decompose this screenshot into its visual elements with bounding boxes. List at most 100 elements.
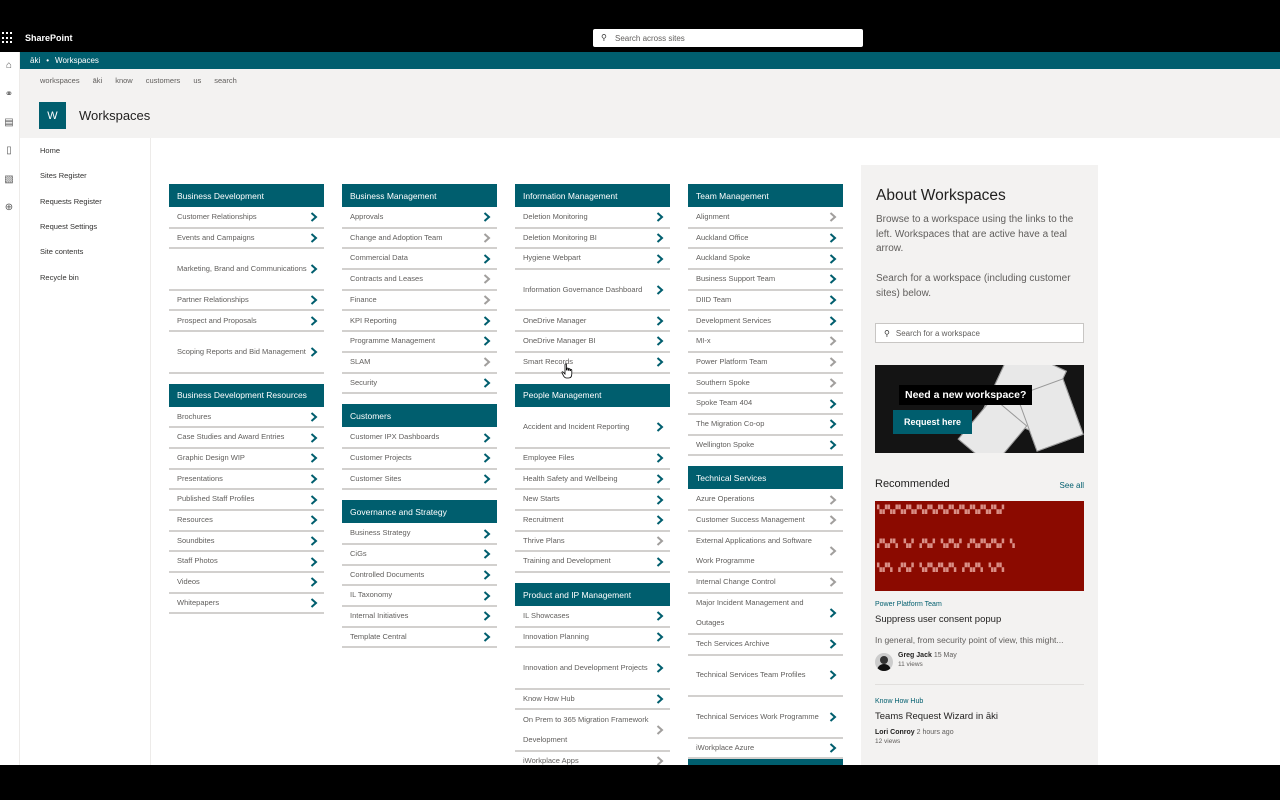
card-site-name[interactable]: Power Platform Team <box>875 601 942 608</box>
workspace-link-il-taxonomy[interactable]: IL Taxonomy <box>342 586 497 607</box>
workspace-link-mi-x[interactable]: MI-x <box>688 332 843 353</box>
workspace-link-azure-operations[interactable]: Azure Operations <box>688 490 843 511</box>
workspace-link-approvals[interactable]: Approvals <box>342 208 497 229</box>
workspace-link-graphic-design-wip[interactable]: Graphic Design WIP <box>169 448 324 470</box>
home-icon[interactable]: ⌂ <box>3 60 15 72</box>
workspace-link-auckland-spoke[interactable]: Auckland Spoke <box>688 249 843 271</box>
workspace-link-onedrive-manager[interactable]: OneDrive Manager <box>515 311 670 333</box>
author-name[interactable]: Lori Conroy <box>875 729 915 736</box>
workspace-link-wellington-spoke[interactable]: Wellington Spoke <box>688 435 843 457</box>
see-all-link[interactable]: See all <box>1060 481 1084 490</box>
workspace-link-il-showcases[interactable]: IL Showcases <box>515 607 670 628</box>
create-icon[interactable]: ⊕ <box>3 202 15 214</box>
nav-request-settings[interactable]: Request Settings <box>20 214 150 239</box>
workspace-link-brochures[interactable]: Brochures <box>169 407 324 429</box>
workspace-link-employee-files[interactable]: Employee Files <box>515 448 670 470</box>
topnav-aki[interactable]: āki <box>93 76 103 85</box>
nav-recycle-bin[interactable]: Recycle bin <box>20 264 150 289</box>
card-site-name[interactable]: Know How Hub <box>875 698 923 705</box>
news-icon[interactable]: ▤ <box>3 117 15 129</box>
app-launcher-icon[interactable] <box>2 32 14 44</box>
workspace-link-internal-initiatives[interactable]: Internal Initiatives <box>342 607 497 628</box>
workspace-link-slam[interactable]: SLAM <box>342 352 497 374</box>
workspace-link-events-and-campaigns[interactable]: Events and Campaigns <box>169 228 324 250</box>
workspace-link-the-migration-co-op[interactable]: The Migration Co-op <box>688 414 843 436</box>
request-here-button[interactable]: Request here <box>893 410 972 434</box>
workspace-link-presentations[interactable]: Presentations <box>169 469 324 491</box>
workspace-link-diid-team[interactable]: DIID Team <box>688 290 843 312</box>
author-name[interactable]: Greg Jack <box>898 652 932 659</box>
workspace-link-technical-services-team-profiles[interactable]: Technical Services Team Profiles <box>688 655 843 698</box>
workspace-link-controlled-documents[interactable]: Controlled Documents <box>342 565 497 587</box>
workspace-link-commercial-data[interactable]: Commercial Data <box>342 249 497 271</box>
workspace-link-published-staff-profiles[interactable]: Published Staff Profiles <box>169 490 324 511</box>
workspace-link-know-how-hub[interactable]: Know How Hub <box>515 689 670 711</box>
site-logo[interactable]: W <box>39 102 66 129</box>
workspace-search-box[interactable]: ⚲ Search for a workspace <box>875 323 1084 343</box>
hub-site-link[interactable]: āki <box>30 56 40 65</box>
workspace-link-accident-and-incident-reporting[interactable]: Accident and Incident Reporting <box>515 407 670 449</box>
workspace-link-alignment[interactable]: Alignment <box>688 208 843 229</box>
workspace-link-health-safety-and-wellbeing[interactable]: Health Safety and Wellbeing <box>515 469 670 491</box>
workspace-link-innovation-planning[interactable]: Innovation Planning <box>515 627 670 649</box>
workspace-link-contracts-and-leases[interactable]: Contracts and Leases <box>342 270 497 291</box>
workspace-link-auckland-office[interactable]: Auckland Office <box>688 228 843 250</box>
topnav-know[interactable]: know <box>115 76 133 85</box>
nav-site-contents[interactable]: Site contents <box>20 239 150 264</box>
topnav-us[interactable]: us <box>193 76 201 85</box>
workspace-link-case-studies-and-award-entries[interactable]: Case Studies and Award Entries <box>169 428 324 449</box>
workspace-link-thrive-plans[interactable]: Thrive Plans <box>515 531 670 553</box>
nav-requests-register[interactable]: Requests Register <box>20 189 150 214</box>
workspace-link-cigs[interactable]: CiGs <box>342 544 497 566</box>
workspace-link-major-incident-management-and-outages[interactable]: Major Incident Management and Outages <box>688 593 843 636</box>
workspace-link-finance[interactable]: Finance <box>342 290 497 312</box>
workspace-link-new-starts[interactable]: New Starts <box>515 490 670 511</box>
workspace-link-customer-ipx-dashboards[interactable]: Customer IPX Dashboards <box>342 428 497 449</box>
card-title[interactable]: Suppress user consent popup <box>875 614 1001 625</box>
workspace-link-customer-projects[interactable]: Customer Projects <box>342 448 497 470</box>
workspace-link-technical-services-work-programme[interactable]: Technical Services Work Programme <box>688 697 843 739</box>
topnav-search[interactable]: search <box>214 76 237 85</box>
workspace-link-prospect-and-proposals[interactable]: Prospect and Proposals <box>169 311 324 333</box>
workspace-link-programme-management[interactable]: Programme Management <box>342 332 497 353</box>
workspace-link-smart-records[interactable]: Smart Records <box>515 352 670 374</box>
workspace-link-innovation-and-development-projects[interactable]: Innovation and Development Projects <box>515 648 670 690</box>
workspace-link-spoke-team-404[interactable]: Spoke Team 404 <box>688 394 843 415</box>
workspace-link-customer-sites[interactable]: Customer Sites <box>342 469 497 491</box>
workspace-link-development-services[interactable]: Development Services <box>688 311 843 333</box>
workspace-link-hygiene-webpart[interactable]: Hygiene Webpart <box>515 249 670 271</box>
workspace-link-videos[interactable]: Videos <box>169 573 324 594</box>
workspace-link-recruitment[interactable]: Recruitment <box>515 510 670 532</box>
site-title[interactable]: Workspaces <box>79 108 150 123</box>
workspace-link-information-governance-dashboard[interactable]: Information Governance Dashboard <box>515 270 670 312</box>
workspace-link-resources[interactable]: Resources <box>169 510 324 532</box>
nav-sites-register[interactable]: Sites Register <box>20 163 150 188</box>
nav-home[interactable]: Home <box>20 138 150 163</box>
workspace-link-partner-relationships[interactable]: Partner Relationships <box>169 290 324 312</box>
global-search-box[interactable]: ⚲ Search across sites <box>593 29 863 47</box>
workspace-link-kpi-reporting[interactable]: KPI Reporting <box>342 311 497 333</box>
app-name[interactable]: SharePoint <box>25 33 73 43</box>
globe-icon[interactable]: ⚭ <box>3 89 15 101</box>
workspace-link-deletion-monitoring-bi[interactable]: Deletion Monitoring BI <box>515 228 670 250</box>
workspace-link-template-central[interactable]: Template Central <box>342 627 497 649</box>
workspace-link-southern-spoke[interactable]: Southern Spoke <box>688 373 843 395</box>
workspace-link-whitepapers[interactable]: Whitepapers <box>169 593 324 615</box>
workspace-link-on-prem-to-365-migration-framework-development[interactable]: On Prem to 365 Migration Framework Devel… <box>515 710 670 752</box>
lists-icon[interactable]: ▧ <box>3 174 15 186</box>
workspace-link-customer-relationships[interactable]: Customer Relationships <box>169 208 324 229</box>
topnav-workspaces[interactable]: workspaces <box>40 76 80 85</box>
workspace-link-iworkplace-azure[interactable]: iWorkplace Azure <box>688 738 843 760</box>
workspace-link-soundbites[interactable]: Soundbites <box>169 531 324 553</box>
workspace-link-marketing-brand-and-communications[interactable]: Marketing, Brand and Communications <box>169 249 324 291</box>
workspace-link-scoping-reports-and-bid-management[interactable]: Scoping Reports and Bid Management <box>169 332 324 374</box>
workspace-link-power-platform-team[interactable]: Power Platform Team <box>688 352 843 374</box>
hub-current-site[interactable]: Workspaces <box>55 56 99 65</box>
workspace-link-tech-services-archive[interactable]: Tech Services Archive <box>688 635 843 656</box>
workspace-link-staff-photos[interactable]: Staff Photos <box>169 552 324 574</box>
files-icon[interactable]: ▯ <box>3 145 15 157</box>
topnav-customers[interactable]: customers <box>146 76 181 85</box>
workspace-link-external-applications-and-software-work-programme[interactable]: External Applications and Software Work … <box>688 531 843 574</box>
workspace-link-onedrive-manager-bi[interactable]: OneDrive Manager BI <box>515 332 670 353</box>
workspace-link-customer-success-management[interactable]: Customer Success Management <box>688 510 843 532</box>
